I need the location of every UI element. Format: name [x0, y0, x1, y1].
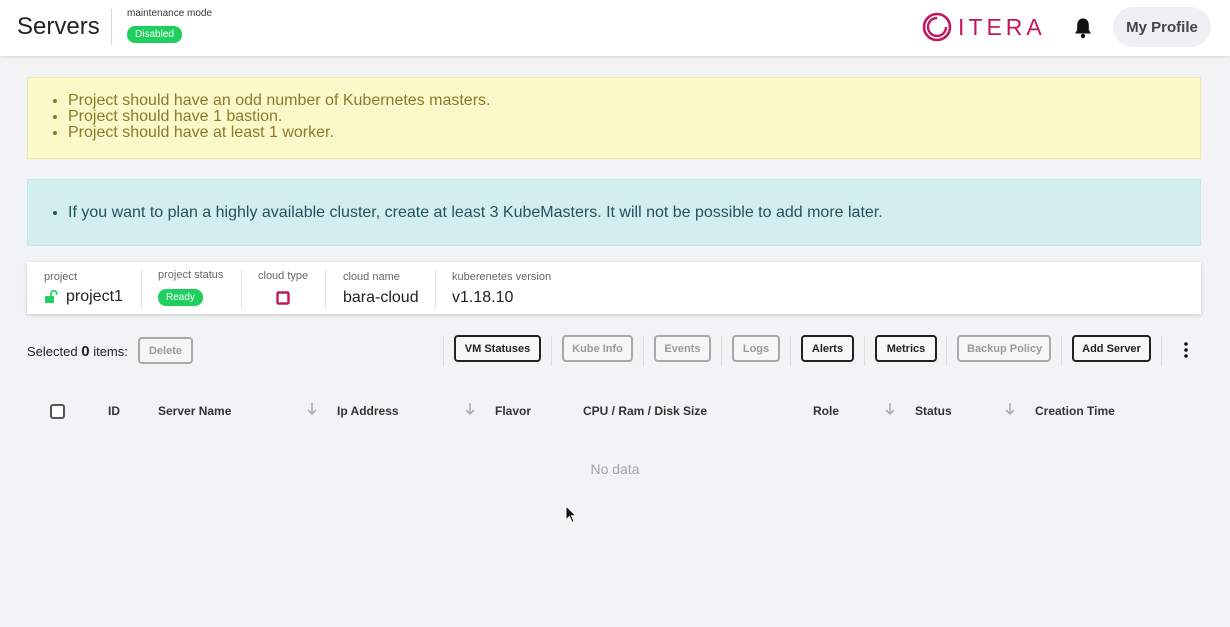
column-header-server-name[interactable]: Server Name	[158, 404, 231, 418]
column-header-status[interactable]: Status	[915, 404, 952, 418]
backup-policy-button[interactable]: Backup Policy	[957, 335, 1051, 362]
vm-statuses-button[interactable]: VM Statuses	[454, 335, 541, 362]
project-status-badge: Ready	[158, 289, 203, 306]
warning-item: Project should have at least 1 worker.	[68, 125, 1200, 141]
column-header-creation-time[interactable]: Creation Time	[1035, 404, 1115, 418]
toolbar-separator	[946, 336, 947, 366]
project-name: project1	[66, 288, 123, 305]
cloud-type-icon	[276, 291, 290, 310]
logs-button[interactable]: Logs	[732, 335, 780, 362]
column-header-ip-address[interactable]: Ip Address	[337, 404, 399, 418]
mouse-cursor-icon	[565, 505, 577, 524]
info-separator	[325, 270, 326, 308]
selected-items-text: Selected 0 items:	[27, 343, 128, 360]
selected-prefix: Selected	[27, 344, 78, 359]
toolbar-separator	[721, 336, 722, 366]
toolbar-separator	[443, 336, 444, 366]
logo-text: ITERA	[958, 13, 1046, 40]
cloud-name-label: cloud name	[343, 271, 400, 283]
sort-arrow-icon[interactable]	[884, 402, 896, 416]
events-button[interactable]: Events	[654, 335, 711, 362]
sort-arrow-icon[interactable]	[306, 402, 318, 416]
page-title: Servers	[17, 13, 100, 40]
toolbar-separator	[643, 336, 644, 366]
metrics-button[interactable]: Metrics	[875, 335, 937, 362]
more-options-icon[interactable]	[1177, 340, 1195, 360]
unlock-icon	[45, 290, 58, 303]
toolbar-separator	[551, 336, 552, 366]
selected-suffix: items:	[93, 344, 128, 359]
notifications-bell-icon[interactable]	[1073, 17, 1093, 39]
warning-alert: Project should have an odd number of Kub…	[27, 77, 1201, 159]
maintenance-mode-label: maintenance mode	[127, 8, 213, 19]
select-all-checkbox[interactable]	[50, 404, 65, 419]
column-header-role[interactable]: Role	[813, 404, 839, 418]
toolbar-separator	[1161, 336, 1162, 366]
itera-logo-icon	[922, 12, 952, 42]
empty-table-message: No data	[590, 461, 640, 477]
info-alert: If you want to plan a highly available c…	[27, 179, 1201, 246]
toolbar-separator	[1061, 336, 1062, 366]
sort-arrow-icon[interactable]	[1004, 402, 1016, 416]
delete-button[interactable]: Delete	[138, 337, 193, 364]
kube-info-button[interactable]: Kube Info	[562, 335, 633, 362]
cloud-name-value: bara-cloud	[343, 289, 419, 306]
warning-item: Project should have 1 bastion.	[68, 109, 1200, 125]
add-server-button[interactable]: Add Server	[1072, 335, 1151, 362]
info-separator	[141, 270, 142, 308]
itera-logo: ITERA	[922, 11, 1046, 43]
info-item: If you want to plan a highly available c…	[68, 204, 1200, 222]
selected-count: 0	[81, 343, 90, 360]
column-header-id[interactable]: ID	[108, 404, 120, 418]
project-value-wrap: project1	[44, 288, 123, 306]
column-header-cpu-ram-disk[interactable]: CPU / Ram / Disk Size	[583, 404, 707, 418]
kubernetes-version-label: kuberenetes version	[452, 271, 552, 283]
warning-item: Project should have an odd number of Kub…	[68, 93, 1200, 109]
info-separator	[435, 270, 436, 308]
project-info-card: project project1 project status Ready cl…	[27, 262, 1201, 314]
my-profile-button[interactable]: My Profile	[1113, 7, 1211, 47]
title-divider	[111, 9, 112, 45]
project-status-label: project status	[158, 269, 224, 281]
alerts-button[interactable]: Alerts	[801, 335, 854, 362]
cloud-type-label: cloud type	[258, 270, 309, 282]
column-header-flavor[interactable]: Flavor	[495, 404, 531, 418]
top-header: Servers maintenance mode Disabled ITERA …	[0, 0, 1230, 56]
maintenance-status-badge: Disabled	[127, 26, 182, 43]
info-separator	[241, 270, 242, 308]
project-label: project	[44, 271, 78, 283]
toolbar-separator	[864, 336, 865, 366]
sort-arrow-icon[interactable]	[464, 402, 476, 416]
toolbar-separator	[790, 336, 791, 366]
kubernetes-version-value: v1.18.10	[452, 289, 514, 306]
